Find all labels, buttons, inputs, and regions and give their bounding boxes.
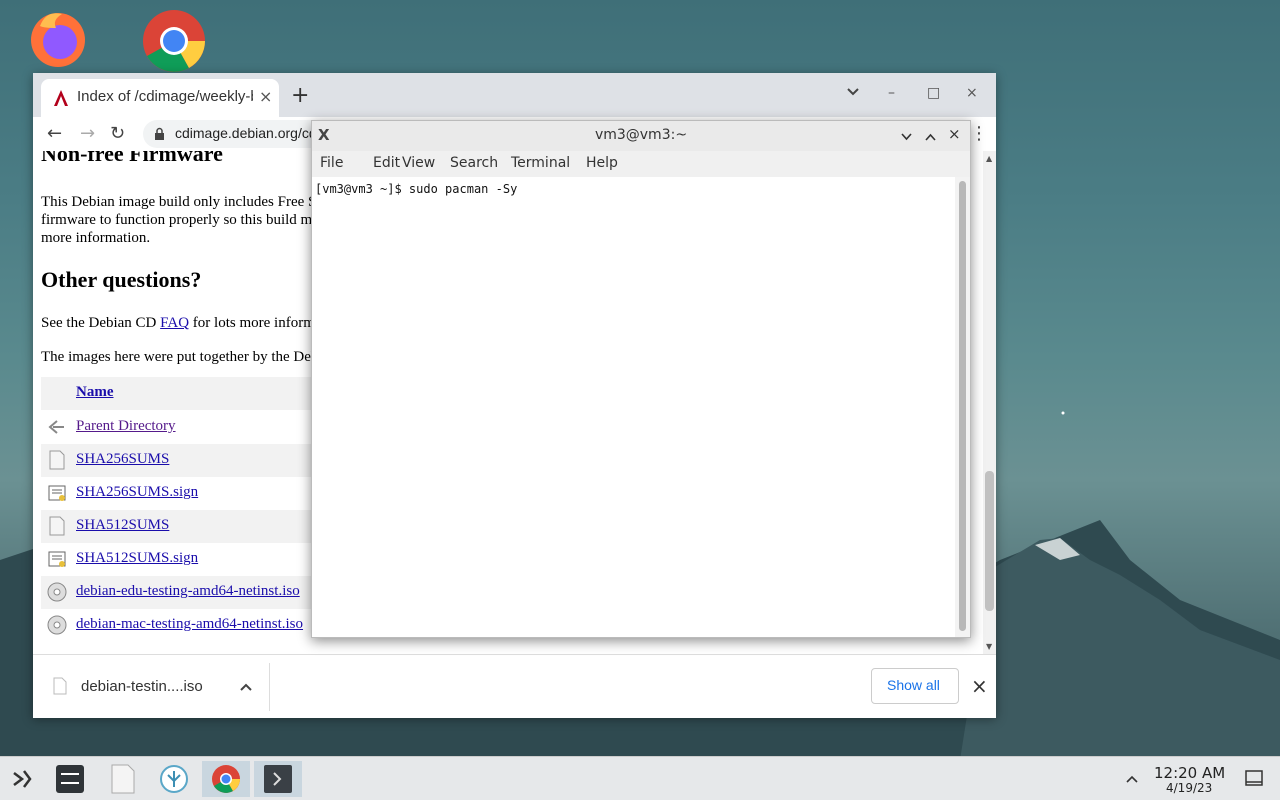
show-all-label: Show all	[887, 677, 940, 693]
scroll-thumb[interactable]	[985, 471, 994, 611]
file-link[interactable]: debian-edu-testing-amd64-netinst.iso	[76, 583, 300, 600]
file-icon	[53, 677, 67, 695]
reload-icon[interactable]: ↻	[110, 123, 125, 144]
discover-store-icon[interactable]	[152, 761, 196, 797]
tab-strip: Index of /cdimage/weekly-builds/amd64/is…	[33, 73, 996, 117]
menu-search[interactable]: Search	[450, 155, 498, 171]
system-tray-expand-icon[interactable]	[1125, 769, 1139, 788]
download-filename[interactable]: debian-testin....iso	[81, 678, 203, 695]
system-settings-icon[interactable]	[48, 761, 92, 797]
terminal-output[interactable]: [vm3@vm3 ~]$ sudo pacman -Sy	[312, 177, 955, 637]
disc-icon	[47, 582, 67, 602]
new-tab-button[interactable]: +	[291, 83, 309, 108]
text-editor-icon[interactable]	[100, 761, 144, 797]
scroll-up-icon[interactable]: ▲	[986, 154, 992, 163]
tab-close-icon[interactable]: ×	[259, 87, 272, 106]
disc-icon	[47, 615, 67, 635]
page-scrollbar[interactable]: ▲ ▼	[983, 151, 996, 654]
menu-terminal[interactable]: Terminal	[511, 155, 570, 171]
signature-file-icon	[47, 549, 67, 569]
file-link[interactable]: SHA256SUMS	[76, 451, 169, 468]
file-link[interactable]: Parent Directory	[76, 418, 176, 435]
menu-file[interactable]: File	[320, 155, 343, 171]
tab-title: Index of /cdimage/weekly-builds/amd64/is…	[77, 88, 253, 105]
text-file-icon	[47, 450, 67, 470]
app-launcher-icon[interactable]	[0, 761, 44, 797]
file-link[interactable]: SHA256SUMS.sign	[76, 484, 198, 501]
menu-help[interactable]: Help	[586, 155, 618, 171]
heading-non-free-firmware: Non-free Firmware	[41, 151, 223, 166]
clock-time[interactable]: 12:20 AM	[1154, 764, 1225, 782]
faq-link[interactable]: FAQ	[160, 315, 189, 331]
back-icon	[47, 417, 67, 437]
taskbar: 12:20 AM 4/19/23	[0, 756, 1280, 800]
chrome-icon[interactable]	[141, 6, 205, 72]
show-all-button[interactable]: Show all	[871, 668, 959, 704]
minimize-button[interactable]: –	[888, 85, 895, 101]
browser-menu-icon[interactable]: ⋮	[970, 123, 988, 144]
terminal-line: [vm3@vm3 ~]$ sudo pacman -Sy	[315, 182, 518, 196]
file-link[interactable]: debian-mac-testing-amd64-netinst.iso	[76, 616, 303, 633]
taskbar-chrome-icon[interactable]	[202, 761, 250, 797]
terminal-title: vm3@vm3:~	[594, 127, 688, 143]
download-bar: debian-testin....iso Show all ×	[33, 654, 996, 718]
menu-edit[interactable]: Edit	[373, 155, 400, 171]
terminal-scrollbar[interactable]	[955, 177, 970, 637]
browser-tab[interactable]: Index of /cdimage/weekly-builds/amd64/is…	[41, 79, 279, 117]
clock-date[interactable]: 4/19/23	[1166, 781, 1212, 795]
back-arrow-icon[interactable]: ←	[47, 123, 62, 144]
debian-favicon-icon	[54, 90, 68, 106]
terminal-titlebar[interactable]: X vm3@vm3:~ ×	[312, 121, 970, 151]
taskbar-terminal-icon[interactable]	[254, 761, 302, 797]
terminal-scroll-thumb[interactable]	[959, 181, 966, 631]
text-file-icon	[47, 516, 67, 536]
close-window-button[interactable]: ×	[966, 85, 978, 101]
terminal-close-icon[interactable]: ×	[948, 125, 961, 143]
lock-icon	[155, 127, 164, 140]
chevron-up-icon[interactable]	[924, 127, 937, 146]
firmware-paragraph-line3: more information.	[41, 230, 151, 246]
chevron-down-icon[interactable]	[900, 127, 913, 146]
terminal-menubar: File Edit View Search Terminal Help	[312, 151, 970, 177]
maximize-button[interactable]: □	[927, 85, 940, 101]
firefox-icon[interactable]	[26, 6, 90, 70]
close-download-bar-icon[interactable]: ×	[971, 674, 988, 698]
file-link[interactable]: SHA512SUMS.sign	[76, 550, 198, 567]
faq-paragraph: See the Debian CD FAQ for lots more info…	[41, 314, 349, 332]
terminal-window: X vm3@vm3:~ × File Edit View Search Term…	[311, 120, 971, 638]
menu-view[interactable]: View	[402, 155, 435, 171]
faq-prefix: See the Debian CD	[41, 315, 161, 331]
forward-arrow-icon[interactable]: →	[80, 123, 95, 144]
file-link[interactable]: SHA512SUMS	[76, 517, 169, 534]
chevron-up-icon[interactable]	[239, 677, 253, 696]
heading-other-questions: Other questions?	[41, 267, 202, 292]
name-column-header[interactable]: Name	[76, 384, 114, 401]
show-desktop-icon[interactable]	[1245, 770, 1263, 790]
signature-file-icon	[47, 483, 67, 503]
tab-search-dropdown-icon[interactable]	[846, 85, 860, 101]
scroll-down-icon[interactable]: ▼	[986, 642, 992, 651]
